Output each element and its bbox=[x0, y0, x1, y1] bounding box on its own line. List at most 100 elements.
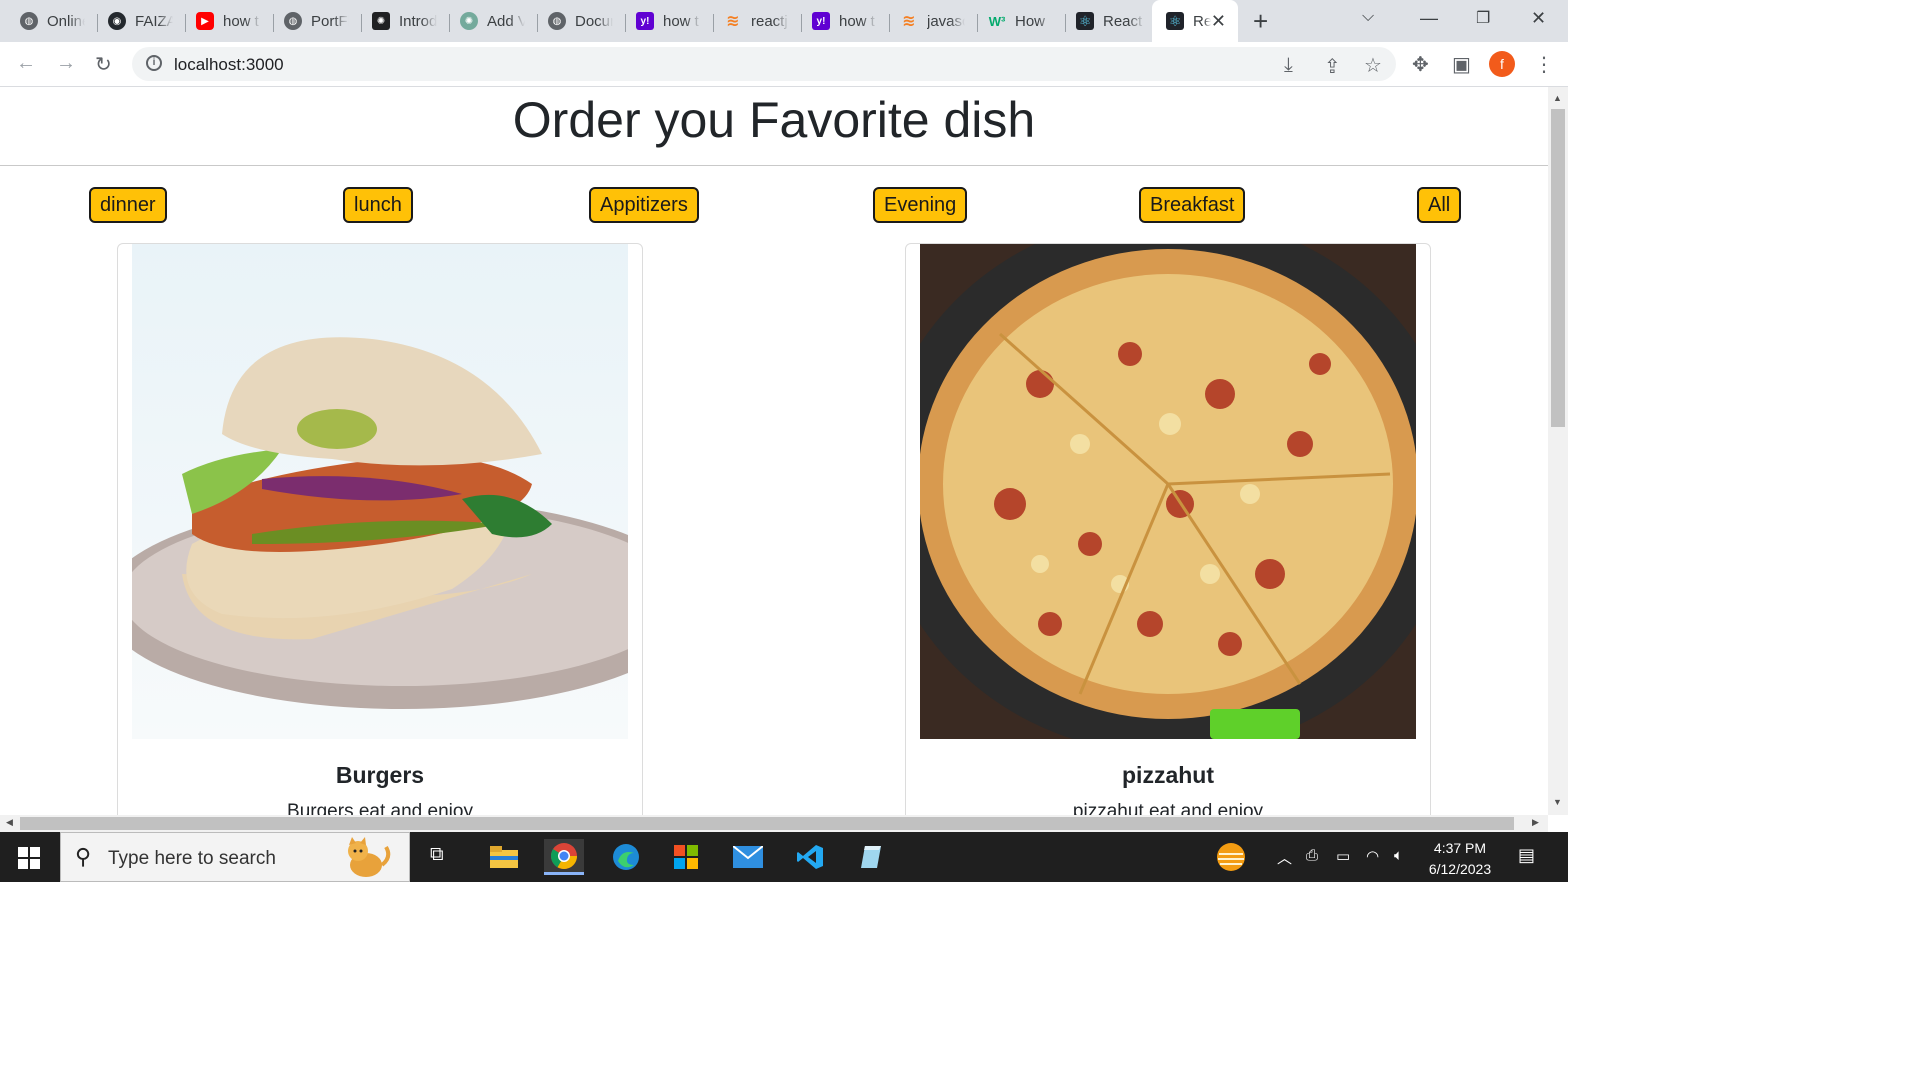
new-tab-button[interactable]: + bbox=[1253, 8, 1268, 34]
chatgpt-icon: ✺ bbox=[372, 12, 390, 30]
dish-title: pizzahut bbox=[1122, 762, 1214, 788]
tab-12[interactable]: W³ How bbox=[974, 6, 1066, 36]
category-button-appitizers[interactable]: Appitizers bbox=[589, 187, 699, 223]
site-info-icon[interactable]: i bbox=[146, 55, 162, 71]
restore-button[interactable]: ❐ bbox=[1476, 8, 1490, 28]
tab-5[interactable]: ✺ Introd bbox=[358, 6, 450, 36]
tab-title: Introd bbox=[399, 12, 437, 30]
tab-title: Add V bbox=[487, 12, 525, 30]
side-panel-icon[interactable]: ▣ bbox=[1452, 52, 1471, 77]
yahoo-icon: y! bbox=[812, 12, 830, 30]
category-button-evening[interactable]: Evening bbox=[873, 187, 968, 223]
dish-description: pizzahut eat and enjoy bbox=[1072, 801, 1264, 815]
mail-icon[interactable] bbox=[728, 839, 768, 875]
address-bar[interactable]: i localhost:3000 ⤓ ⇪ ☆ bbox=[132, 47, 1396, 81]
tab-title: React bbox=[1103, 12, 1143, 30]
tab-title: Docur bbox=[575, 12, 613, 30]
show-hidden-icons-chevron[interactable]: ︿ bbox=[1277, 847, 1292, 868]
tab-13[interactable]: ⚛ React bbox=[1062, 6, 1154, 36]
category-button-breakfast[interactable]: Breakfast bbox=[1139, 187, 1246, 223]
react-icon: ⚛ bbox=[1166, 12, 1184, 30]
react-icon: ⚛ bbox=[1076, 12, 1094, 30]
back-icon[interactable]: ← bbox=[16, 52, 36, 75]
weather-sun-icon[interactable] bbox=[1215, 841, 1247, 873]
chatgpt-icon: ✺ bbox=[460, 12, 478, 30]
share-icon[interactable]: ⇪ bbox=[1324, 54, 1341, 79]
system-clock[interactable]: 4:37 PM 6/12/2023 bbox=[1420, 838, 1500, 880]
url-text[interactable]: localhost:3000 bbox=[174, 55, 284, 75]
stackoverflow-icon: ≋ bbox=[726, 13, 740, 30]
tab-1[interactable]: ◍ Online bbox=[6, 6, 98, 36]
tab-title: javasc bbox=[927, 12, 965, 30]
globe-icon: ◍ bbox=[20, 12, 38, 30]
task-view-icon[interactable]: ⧉ bbox=[430, 844, 444, 866]
horizontal-scroll-thumb[interactable] bbox=[20, 817, 1514, 830]
tab-6[interactable]: ✺ Add V bbox=[446, 6, 538, 36]
extensions-icon[interactable]: ✥ bbox=[1412, 52, 1429, 77]
tab-title: how t bbox=[223, 12, 259, 30]
bookmark-star-icon[interactable]: ☆ bbox=[1364, 53, 1382, 78]
scroll-left-arrow-icon[interactable]: ◀ bbox=[6, 817, 13, 828]
volume-icon[interactable]: 🔈︎ bbox=[1394, 847, 1403, 864]
category-button-dinner[interactable]: dinner bbox=[89, 187, 167, 223]
vertical-scroll-thumb[interactable] bbox=[1551, 109, 1565, 427]
edge-icon[interactable] bbox=[606, 839, 646, 875]
wifi-icon[interactable]: ◠ bbox=[1366, 847, 1379, 865]
clock-time: 4:37 PM bbox=[1433, 840, 1487, 856]
chrome-icon[interactable] bbox=[544, 839, 584, 875]
profile-avatar[interactable]: f bbox=[1489, 51, 1515, 77]
tab-3[interactable]: ▶ how t bbox=[182, 6, 274, 36]
reload-icon[interactable]: ↻ bbox=[95, 52, 112, 77]
menu-kebab-icon[interactable]: ⋮ bbox=[1534, 52, 1554, 77]
install-app-icon[interactable]: ⤓ bbox=[1284, 54, 1293, 77]
stackoverflow-icon: ≋ bbox=[902, 13, 916, 30]
forward-icon[interactable]: → bbox=[56, 52, 76, 75]
divider bbox=[0, 165, 1548, 166]
notifications-icon[interactable]: ▤ bbox=[1518, 845, 1535, 866]
horizontal-scrollbar[interactable]: ◀ ▶ bbox=[0, 815, 1548, 832]
windows-start-icon[interactable] bbox=[18, 847, 40, 869]
clock-date: 6/12/2023 bbox=[1428, 861, 1492, 877]
tab-14-active[interactable]: ⚛ Re ✕ bbox=[1152, 0, 1238, 42]
tab-title: How bbox=[1015, 12, 1046, 30]
tab-9[interactable]: ≋ reactj bbox=[710, 6, 802, 36]
tab-search-chevron-icon[interactable]: ⌵ bbox=[1362, 8, 1374, 26]
tab-8[interactable]: y! how t bbox=[622, 6, 714, 36]
tab-7[interactable]: ◍ Docur bbox=[534, 6, 626, 36]
vscode-icon[interactable] bbox=[790, 839, 830, 875]
scroll-up-arrow-icon[interactable]: ▲ bbox=[1553, 93, 1562, 103]
tab-title: Online bbox=[47, 12, 85, 30]
tab-10[interactable]: y! how t bbox=[798, 6, 890, 36]
github-icon: ◉ bbox=[108, 12, 126, 30]
tab-title: reactj bbox=[751, 12, 788, 30]
close-window-button[interactable]: ✕ bbox=[1531, 8, 1546, 29]
category-button-lunch[interactable]: lunch bbox=[343, 187, 413, 223]
category-button-all[interactable]: All bbox=[1417, 187, 1462, 223]
w3schools-icon: W³ bbox=[988, 13, 1006, 29]
cat-doodle-icon bbox=[348, 837, 391, 877]
windows-taskbar: ⚲ Type here to search ⧉ ︿ ⎙ ▭ ◠ 🔈︎ 4:37 bbox=[0, 832, 1568, 882]
tab-title: how t bbox=[839, 12, 875, 30]
youtube-icon: ▶ bbox=[196, 12, 214, 30]
tab-title: Re bbox=[1193, 12, 1211, 30]
notepad-icon[interactable] bbox=[850, 839, 890, 875]
file-explorer-icon[interactable] bbox=[484, 839, 524, 875]
microsoft-store-icon[interactable] bbox=[666, 839, 706, 875]
taskbar-search-box[interactable]: ⚲ Type here to search bbox=[60, 832, 410, 882]
tab-4[interactable]: ◍ PortFl bbox=[270, 6, 362, 36]
close-tab-icon[interactable]: ✕ bbox=[1211, 11, 1226, 32]
pizza-image bbox=[920, 244, 1416, 739]
device-icon[interactable]: ⎙ bbox=[1306, 847, 1318, 864]
scroll-down-arrow-icon[interactable]: ▼ bbox=[1553, 797, 1562, 807]
tab-11[interactable]: ≋ javasc bbox=[886, 6, 978, 36]
vertical-scrollbar[interactable]: ▲ ▼ bbox=[1548, 87, 1568, 815]
minimize-button[interactable]: — bbox=[1420, 8, 1438, 29]
search-placeholder: Type here to search bbox=[108, 848, 276, 869]
dish-title: Burgers bbox=[335, 762, 425, 788]
tab-2[interactable]: ◉ FAIZA bbox=[94, 6, 186, 36]
battery-icon[interactable]: ▭ bbox=[1336, 847, 1350, 865]
yahoo-icon: y! bbox=[636, 12, 654, 30]
scroll-right-arrow-icon[interactable]: ▶ bbox=[1532, 817, 1539, 828]
search-icon: ⚲ bbox=[75, 844, 92, 869]
tab-title: how t bbox=[663, 12, 699, 30]
